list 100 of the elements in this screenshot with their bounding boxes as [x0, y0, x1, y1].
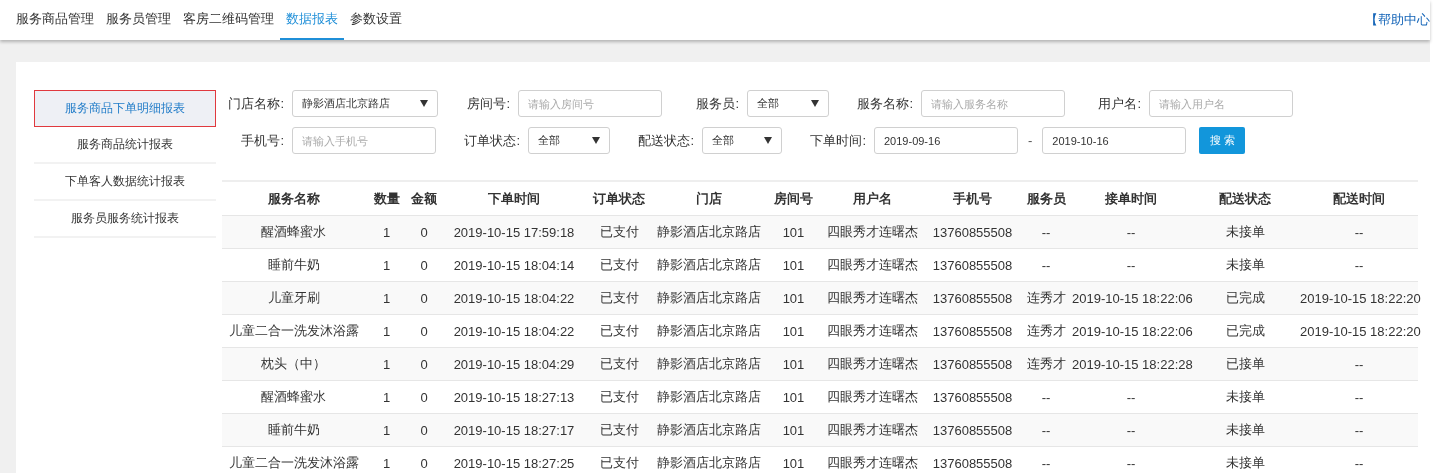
table-cell: 2019-10-15 18:04:29: [440, 347, 588, 381]
table-cell: 静影酒店北京路店: [650, 413, 767, 447]
table-cell: 2019-10-15 17:59:18: [440, 215, 588, 249]
table-cell: 2019-10-15 18:27:17: [440, 413, 588, 447]
column-header: 订单状态: [588, 181, 650, 216]
filter-label: 配送状态:: [637, 131, 694, 150]
table-cell: 醒酒蜂蜜水: [222, 215, 365, 249]
filter-label: 服务名称:: [856, 94, 913, 113]
column-header: 门店: [650, 181, 767, 216]
table-cell: 13760855508: [925, 413, 1020, 447]
table-cell: 13760855508: [925, 215, 1020, 249]
table-cell: 2019-10-15 18:04:22: [440, 281, 588, 315]
column-header: 数量: [365, 181, 408, 216]
table-cell: 13760855508: [925, 281, 1020, 315]
table-cell: 1: [365, 215, 408, 249]
table-cell: --: [1300, 413, 1418, 447]
table-cell: 已支付: [588, 281, 650, 315]
table-cell: --: [1020, 215, 1072, 249]
table-cell: --: [1072, 215, 1190, 249]
table-cell: 1: [365, 413, 408, 447]
filter-label: 门店名称:: [227, 94, 284, 113]
column-header: 手机号: [925, 181, 1020, 216]
table-cell: 已支付: [588, 446, 650, 473]
nav-tab[interactable]: 客房二维码管理: [177, 0, 280, 40]
filter-label: 订单状态:: [463, 131, 520, 150]
input-field[interactable]: 请输入房间号: [518, 90, 662, 117]
caret-icon: [764, 137, 772, 144]
table-cell: 四眼秀才连曙杰: [820, 347, 925, 381]
table-cell: 101: [767, 413, 820, 447]
table-cell: 0: [408, 347, 440, 381]
column-header: 配送状态: [1190, 181, 1300, 216]
table-cell: 连秀才: [1020, 281, 1072, 315]
table-cell: 1: [365, 281, 408, 315]
table-cell: 已支付: [588, 215, 650, 249]
caret-icon: [811, 100, 819, 107]
table-cell: 已支付: [588, 347, 650, 381]
table-cell: 2019-10-15 18:22:06: [1072, 281, 1190, 315]
column-header: 服务名称: [222, 181, 365, 216]
table-cell: 0: [408, 281, 440, 315]
table-cell: 13760855508: [925, 446, 1020, 473]
column-header: 接单时间: [1072, 181, 1190, 216]
table-cell: 未接单: [1190, 413, 1300, 447]
nav-tab[interactable]: 服务员管理: [100, 0, 177, 40]
column-header: 用户名: [820, 181, 925, 216]
table-cell: 未接单: [1190, 215, 1300, 249]
column-header: 服务员: [1020, 181, 1072, 216]
table-cell: 儿童牙刷: [222, 281, 365, 315]
date-field[interactable]: 2019-09-16: [874, 127, 1018, 154]
filter-label: 用户名:: [1097, 94, 1141, 113]
table-cell: 四眼秀才连曙杰: [820, 281, 925, 315]
table-cell: 0: [408, 413, 440, 447]
select-dropdown[interactable]: 全部: [702, 127, 782, 154]
table-cell: 0: [408, 215, 440, 249]
column-header: 金额: [408, 181, 440, 216]
filter-label: 房间号:: [466, 94, 510, 113]
table-cell: 枕头（中）: [222, 347, 365, 381]
select-dropdown[interactable]: 全部: [747, 90, 829, 117]
table-cell: 13760855508: [925, 347, 1020, 381]
caret-icon: [420, 100, 428, 107]
table-cell: 101: [767, 215, 820, 249]
table-cell: 睡前牛奶: [222, 413, 365, 447]
table-cell: --: [1300, 215, 1418, 249]
caret-icon: [592, 137, 600, 144]
table-cell: 儿童二合一洗发沐浴露: [222, 446, 365, 473]
range-separator: -: [1028, 133, 1033, 148]
input-field[interactable]: 请输入用户名: [1149, 90, 1293, 117]
table-cell: 2019-10-15 18:22:28: [1072, 347, 1190, 381]
table-cell: --: [1300, 347, 1418, 381]
help-link[interactable]: 【帮助中心: [1365, 11, 1430, 29]
select-dropdown[interactable]: 静影酒店北京路店: [292, 90, 438, 117]
table-cell: 101: [767, 281, 820, 315]
table-cell: 四眼秀才连曙杰: [820, 446, 925, 473]
table-cell: 静影酒店北京路店: [650, 215, 767, 249]
table-cell: 静影酒店北京路店: [650, 347, 767, 381]
table-cell: 已支付: [588, 413, 650, 447]
table-cell: --: [1020, 446, 1072, 473]
table-cell: --: [1020, 413, 1072, 447]
table-cell: 四眼秀才连曙杰: [820, 413, 925, 447]
table-cell: --: [1072, 446, 1190, 473]
date-field[interactable]: 2019-10-16: [1042, 127, 1187, 154]
filter-label: 服务员:: [695, 94, 739, 113]
input-field[interactable]: 请输入服务名称: [921, 90, 1065, 117]
report-menu-item[interactable]: 服务商品下单明细报表: [34, 90, 216, 127]
select-dropdown[interactable]: 全部: [528, 127, 610, 154]
table-cell: 未接单: [1190, 446, 1300, 473]
column-header: 配送时间: [1300, 181, 1418, 216]
table-cell: 静影酒店北京路店: [650, 446, 767, 473]
table-cell: 101: [767, 347, 820, 381]
nav-tab[interactable]: 服务商品管理: [10, 0, 100, 40]
filter-label: 手机号:: [240, 131, 284, 150]
input-field[interactable]: 请输入手机号: [292, 127, 436, 154]
table-cell: 四眼秀才连曙杰: [820, 215, 925, 249]
column-header: 房间号: [767, 181, 820, 216]
table-cell: --: [1072, 413, 1190, 447]
column-header: 下单时间: [440, 181, 588, 216]
table-cell: 2019-10-15 18:27:25: [440, 446, 588, 473]
table-cell: 连秀才: [1020, 347, 1072, 381]
nav-tab[interactable]: 参数设置: [344, 0, 408, 40]
table-cell: 0: [408, 446, 440, 473]
table-cell: 1: [365, 446, 408, 473]
